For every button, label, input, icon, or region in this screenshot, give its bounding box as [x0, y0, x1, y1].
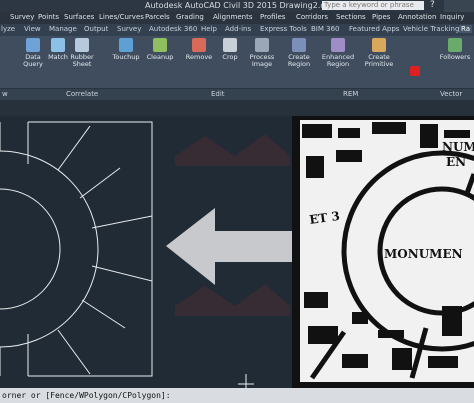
ribbon-tabs: lyze View Manage Output Survey Autodesk … — [0, 24, 474, 36]
crosshair-cursor-icon — [238, 374, 254, 388]
process-image-icon — [255, 38, 269, 52]
cleanup-button[interactable]: Cleanup — [145, 38, 175, 61]
menu-item-lines-curves[interactable]: Lines/Curves — [99, 13, 144, 21]
tab-survey[interactable]: Survey — [117, 25, 141, 33]
tab-help[interactable]: Help — [201, 25, 217, 33]
create-region-button[interactable]: Create Region — [285, 38, 313, 68]
menu-item-corridors[interactable]: Corridors — [296, 13, 328, 21]
panel-title-vector[interactable]: Vector — [440, 90, 462, 98]
create-primitive-button[interactable]: Create Primitive — [363, 38, 395, 68]
menu-item-inquiry[interactable]: Inquiry — [440, 13, 464, 21]
tab-express-tools[interactable]: Express Tools — [260, 25, 307, 33]
match-icon — [51, 38, 65, 52]
drawing-tab-strip — [0, 100, 474, 116]
command-prompt: orner or [Fence/WPolygon/CPolygon]: — [2, 391, 171, 400]
menu-item-pipes[interactable]: Pipes — [372, 13, 390, 21]
touchup-icon — [119, 38, 133, 52]
window-title: Autodesk AutoCAD Civil 3D 2015 Drawing2.… — [145, 1, 338, 10]
panel-title-view: w — [2, 90, 8, 98]
process-image-button[interactable]: Process Image — [248, 38, 276, 68]
conversion-arrow-icon — [166, 208, 292, 285]
menu-item-surfaces[interactable]: Surfaces — [64, 13, 94, 21]
svg-text:NUM: NUM — [442, 140, 474, 154]
tab-autodesk-360[interactable]: Autodesk 360 — [149, 25, 197, 33]
rubber-sheet-button[interactable]: Rubber Sheet — [69, 38, 95, 68]
tab-vehicle-tracking[interactable]: Vehicle Tracking — [403, 25, 459, 33]
title-bar: Autodesk AutoCAD Civil 3D 2015 Drawing2.… — [0, 0, 474, 12]
panel-title-correlate[interactable]: Correlate — [66, 90, 98, 98]
menu-item-survey[interactable]: Survey — [10, 13, 34, 21]
menu-item-profiles[interactable]: Profiles — [260, 13, 285, 21]
tab-manage[interactable]: Manage — [49, 25, 77, 33]
raster-content: ET 3 MONUMEN NUM EN — [292, 116, 474, 388]
search-input[interactable]: Type a keyword or phrase — [322, 1, 424, 10]
scanned-raster-image[interactable]: ET 3 MONUMEN NUM EN — [292, 116, 474, 388]
menu-item-parcels[interactable]: Parcels — [145, 13, 170, 21]
data-query-icon — [26, 38, 40, 52]
account-icon[interactable] — [444, 0, 474, 12]
tab-output[interactable]: Output — [84, 25, 108, 33]
menu-bar: Survey Points Surfaces Lines/Curves Parc… — [0, 12, 474, 24]
menu-item-sections[interactable]: Sections — [336, 13, 366, 21]
menu-item-alignments[interactable]: Alignments — [213, 13, 253, 21]
tab-analyze[interactable]: lyze — [1, 25, 15, 33]
panel-title-rem[interactable]: REM — [343, 90, 358, 98]
create-primitive-icon — [372, 38, 386, 52]
data-query-button[interactable]: Data Query — [22, 38, 44, 68]
panel-title-edit[interactable]: Edit — [211, 90, 225, 98]
create-region-icon — [292, 38, 306, 52]
vector-tools-button[interactable] — [400, 38, 430, 78]
help-icon[interactable]: ? — [430, 0, 435, 10]
crop-icon — [223, 38, 237, 52]
watermark-icon — [175, 134, 290, 316]
menu-item-points[interactable]: Points — [38, 13, 59, 21]
enhanced-region-button[interactable]: Enhanced Region — [321, 38, 355, 68]
tab-bim-360[interactable]: BIM 360 — [311, 25, 340, 33]
menu-item-grading[interactable]: Grading — [176, 13, 204, 21]
enhanced-region-icon — [331, 38, 345, 52]
match-button[interactable]: Match — [47, 38, 69, 61]
command-line[interactable]: orner or [Fence/WPolygon/CPolygon]: — [0, 388, 474, 403]
followers-icon — [448, 38, 462, 52]
followers-button[interactable]: Followers — [437, 38, 473, 61]
tab-view[interactable]: View — [24, 25, 41, 33]
crop-button[interactable]: Crop — [219, 38, 241, 61]
tab-raster[interactable]: Ra — [459, 25, 472, 33]
svg-text:MONUMEN: MONUMEN — [384, 247, 463, 261]
menu-item-annotation[interactable]: Annotation — [398, 13, 436, 21]
remove-button[interactable]: Remove — [185, 38, 213, 61]
remove-icon — [192, 38, 206, 52]
svg-text:EN: EN — [446, 155, 466, 169]
red-color-swatch-icon — [410, 66, 420, 76]
rubber-sheet-icon — [75, 38, 89, 52]
cleanup-icon — [153, 38, 167, 52]
tab-featured-apps[interactable]: Featured Apps — [349, 25, 399, 33]
tab-add-ins[interactable]: Add-ins — [225, 25, 251, 33]
touchup-button[interactable]: Touchup — [111, 38, 141, 61]
